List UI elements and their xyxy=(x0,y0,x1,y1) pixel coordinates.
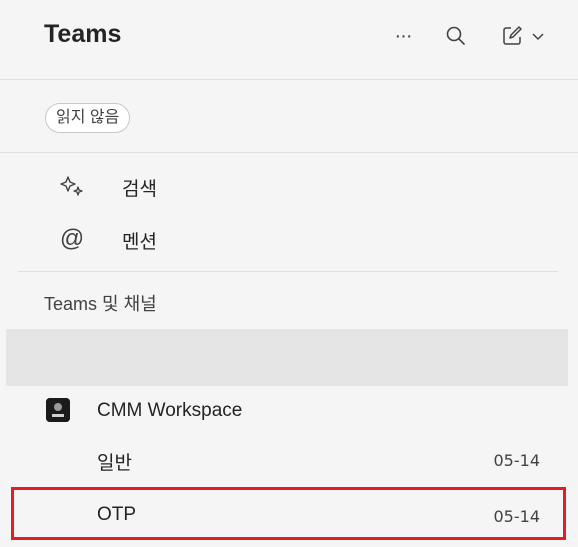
more-options-button[interactable]: ··· xyxy=(390,22,416,50)
at-glyph: @ xyxy=(59,225,85,252)
search-button[interactable] xyxy=(443,22,469,50)
nav-item-label: 멘션 xyxy=(122,232,157,253)
nav-item-search[interactable]: 검색 xyxy=(0,166,578,206)
selected-row[interactable] xyxy=(6,329,568,386)
filter-bar: 읽지 않음 xyxy=(0,80,578,153)
at-icon: @ xyxy=(58,225,86,253)
team-name: CMM Workspace xyxy=(97,400,243,421)
nav-item-label: 검색 xyxy=(122,179,157,200)
section-heading: Teams 및 채널 xyxy=(44,294,157,314)
nav-item-mentions[interactable]: @ 멘션 xyxy=(0,219,578,259)
channel-item-general[interactable]: 일반 05-14 xyxy=(0,438,578,482)
more-icon: ··· xyxy=(394,24,413,47)
team-avatar xyxy=(46,398,70,422)
team-item-cmm-workspace[interactable]: CMM Workspace xyxy=(0,394,578,434)
divider xyxy=(18,271,558,272)
unread-filter-chip[interactable]: 읽지 않음 xyxy=(45,103,131,133)
chevron-down-icon xyxy=(532,33,544,41)
channel-date: 05-14 xyxy=(493,451,541,470)
sparkle-icon xyxy=(58,172,86,200)
new-chat-button[interactable] xyxy=(494,22,552,50)
panel-header: Teams ··· xyxy=(0,0,578,80)
compose-icon xyxy=(503,26,522,45)
highlight-box xyxy=(11,487,566,540)
search-icon xyxy=(446,26,465,45)
channel-name: 일반 xyxy=(97,453,132,474)
page-title: Teams xyxy=(44,20,122,48)
